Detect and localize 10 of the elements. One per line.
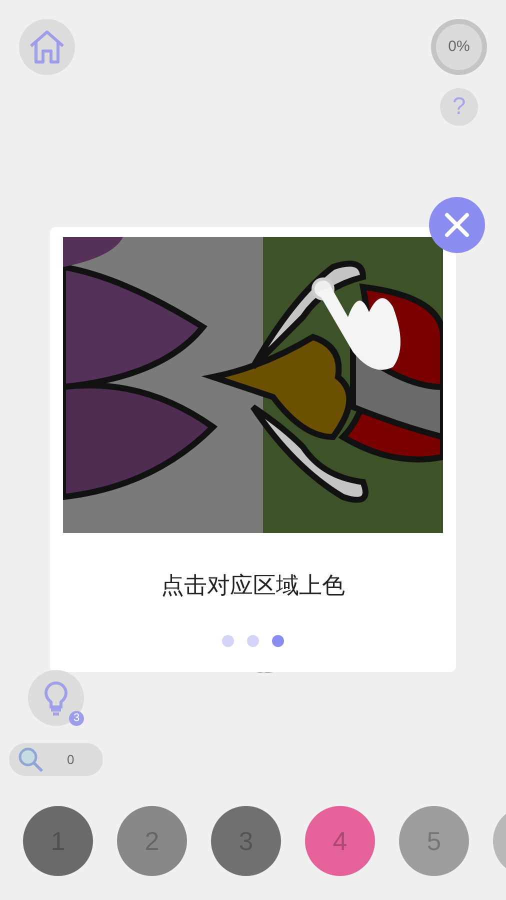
progress-indicator: 0% [431,19,487,75]
close-icon [444,212,470,238]
hint-button[interactable] [28,670,84,726]
lightbulb-icon [42,680,70,716]
help-button[interactable]: ? [440,88,478,126]
magnifier-icon [17,746,45,774]
home-icon [28,29,66,65]
tutorial-caption: 点击对应区域上色 [161,571,345,600]
hint-count-badge: 3 [69,711,84,726]
zoom-value: 0 [67,750,74,769]
